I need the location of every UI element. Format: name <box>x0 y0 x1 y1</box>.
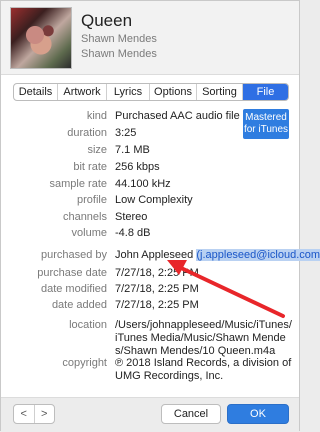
dialog-footer: < > Cancel OK <box>1 397 299 431</box>
previous-item-button[interactable]: < <box>14 405 34 423</box>
song-info-window: Queen Shawn Mendes Shawn Mendes Details … <box>0 0 320 431</box>
next-item-button[interactable]: > <box>33 405 55 423</box>
annotation-arrow <box>167 260 285 318</box>
ok-button[interactable]: OK <box>227 404 289 424</box>
cancel-button[interactable]: Cancel <box>161 404 221 424</box>
item-navigation: < > <box>13 404 55 424</box>
